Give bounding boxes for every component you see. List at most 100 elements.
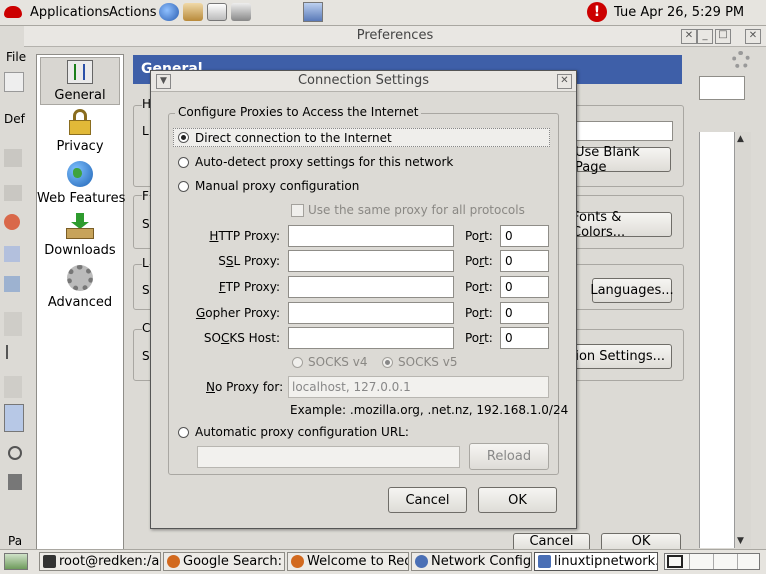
- category-general[interactable]: General: [40, 57, 120, 105]
- manual-proxy-radio[interactable]: [178, 181, 189, 192]
- direct-connection-radio[interactable]: [178, 132, 189, 143]
- gear-icon: [67, 265, 93, 291]
- sidebar-tool-icon[interactable]: [4, 276, 20, 292]
- minimize-icon[interactable]: _: [697, 29, 713, 44]
- bottom-panel: root@redken:/app Google Search: rh Welcome…: [0, 549, 766, 574]
- update-alert-icon[interactable]: !: [587, 2, 607, 22]
- dialog-cancel-button[interactable]: Cancel: [388, 487, 467, 513]
- taskbar-item-label: Network Configur: [431, 554, 532, 569]
- same-proxy-checkbox[interactable]: [291, 204, 304, 217]
- languages-button[interactable]: Languages...: [590, 278, 674, 303]
- workspace-switcher-icon[interactable]: [4, 553, 28, 570]
- redhat-logo-icon[interactable]: [4, 6, 22, 18]
- same-proxy-label[interactable]: Use the same proxy for all protocols: [308, 203, 525, 217]
- browser-url-partial[interactable]: [699, 76, 745, 100]
- direct-connection-label[interactable]: Direct connection to the Internet: [195, 131, 392, 145]
- auto-config-url-label[interactable]: Automatic proxy configuration URL:: [195, 425, 409, 439]
- taskbar-item[interactable]: root@redken:/app: [39, 552, 161, 571]
- actions-menu[interactable]: Actions: [109, 5, 157, 20]
- zoom-icon[interactable]: [8, 446, 22, 460]
- page-partial: Pa: [8, 534, 23, 548]
- dialog-ok-button[interactable]: OK: [478, 487, 557, 513]
- category-web-features[interactable]: Web Features: [37, 161, 125, 209]
- group-label: S: [142, 283, 150, 297]
- auto-detect-radio[interactable]: [178, 157, 189, 168]
- maximize-icon[interactable]: □: [715, 29, 731, 44]
- auto-config-url-radio[interactable]: [178, 427, 189, 438]
- sidebar-tool-icon[interactable]: [4, 246, 20, 262]
- auto-config-url-input[interactable]: [197, 446, 460, 468]
- proxy-port-input[interactable]: 0: [500, 327, 549, 349]
- close-window-icon[interactable]: ✕: [745, 29, 761, 44]
- padlock-icon: [69, 109, 91, 135]
- manual-proxy-label[interactable]: Manual proxy configuration: [195, 179, 359, 193]
- socks-v5-label[interactable]: SOCKS v5: [398, 355, 457, 369]
- spreadsheet-launcher-icon[interactable]: [231, 3, 251, 21]
- category-downloads[interactable]: Downloads: [40, 213, 120, 261]
- window-menu-icon[interactable]: ▼: [156, 74, 171, 89]
- vertical-scrollbar[interactable]: ▲ ▼: [734, 132, 751, 548]
- proxy-port-input[interactable]: 0: [500, 250, 549, 272]
- proxy-port-input[interactable]: 0: [500, 225, 549, 247]
- homepage-location-input[interactable]: [575, 121, 673, 141]
- proxy-label: HTTP Proxy:: [209, 229, 280, 243]
- download-box-icon: [66, 213, 94, 239]
- clock[interactable]: Tue Apr 26, 5:29 PM: [614, 5, 744, 20]
- socks-v4-radio[interactable]: [292, 357, 303, 368]
- proxy-host-input[interactable]: [288, 327, 454, 349]
- proxy-label: FTP Proxy:: [218, 280, 280, 294]
- close-icon[interactable]: ✕: [681, 29, 697, 44]
- category-label: General: [54, 88, 106, 103]
- port-label: Port:: [465, 254, 493, 268]
- proxy-host-input[interactable]: [288, 276, 454, 298]
- scroll-up-icon[interactable]: ▲: [737, 134, 744, 144]
- port-label: Port:: [465, 229, 493, 243]
- toolbar-icon[interactable]: [4, 72, 24, 92]
- sidebar-tool-icon[interactable]: [4, 312, 22, 336]
- category-privacy[interactable]: Privacy: [40, 109, 120, 157]
- network-icon: [415, 555, 428, 568]
- use-blank-page-button[interactable]: Use Blank Page: [574, 145, 671, 175]
- proxy-host-input[interactable]: [288, 225, 454, 247]
- scroll-down-icon[interactable]: ▼: [737, 536, 744, 546]
- taskbar-item[interactable]: Network Configur: [411, 552, 532, 571]
- sidebar-tool-icon[interactable]: [4, 149, 22, 167]
- proxy-port-input[interactable]: 0: [500, 276, 549, 298]
- port-label: Port:: [465, 280, 493, 294]
- browser-icon: [291, 555, 304, 568]
- browser-launcher-icon[interactable]: [159, 3, 179, 21]
- proxy-label: Gopher Proxy:: [195, 306, 280, 320]
- taskbar-item[interactable]: Welcome to Red H: [287, 552, 409, 571]
- file-menu-partial[interactable]: File: [6, 50, 26, 64]
- reload-button[interactable]: Reload: [469, 443, 549, 470]
- category-advanced[interactable]: Advanced: [40, 265, 120, 313]
- applications-menu[interactable]: Applications: [30, 5, 109, 20]
- auto-detect-label[interactable]: Auto-detect proxy settings for this netw…: [195, 155, 453, 169]
- browser-icon: [167, 555, 180, 568]
- writer-launcher-icon[interactable]: [207, 3, 227, 21]
- proxy-port-input[interactable]: 0: [500, 302, 549, 324]
- dialog-titlebar: Connection Settings: [151, 71, 576, 92]
- socks-v4-label[interactable]: SOCKS v4: [308, 355, 367, 369]
- sidebar-tool-icon[interactable]: [4, 185, 22, 201]
- fonts-colors-button[interactable]: Fonts & Colors...: [571, 210, 672, 240]
- spellcheck-icon[interactable]: [4, 376, 22, 398]
- document-icon: [538, 555, 551, 568]
- email-launcher-icon[interactable]: [183, 3, 203, 21]
- top-panel: Applications Actions ! Tue Apr 26, 5:29 …: [0, 0, 766, 26]
- proxy-host-input[interactable]: [288, 250, 454, 272]
- taskbar-item[interactable]: Google Search: rh: [163, 552, 285, 571]
- category-label: Downloads: [44, 243, 116, 258]
- show-desktop-icon[interactable]: [303, 2, 323, 22]
- dialog-close-icon[interactable]: ✕: [557, 74, 572, 89]
- spellcheck-auto-icon[interactable]: [4, 404, 24, 432]
- group-label: S: [142, 217, 150, 231]
- taskbar-item[interactable]: linuxtipnetwork.sx: [534, 552, 658, 571]
- gallery-icon[interactable]: [8, 474, 22, 490]
- workspace-pager[interactable]: [664, 553, 760, 570]
- proxy-group-label: Configure Proxies to Access the Internet: [175, 105, 422, 119]
- no-proxy-input[interactable]: localhost, 127.0.0.1: [288, 376, 549, 398]
- proxy-host-input[interactable]: [288, 302, 454, 324]
- socks-v5-radio[interactable]: [382, 357, 393, 368]
- sidebar-tool-icon[interactable]: [4, 214, 20, 230]
